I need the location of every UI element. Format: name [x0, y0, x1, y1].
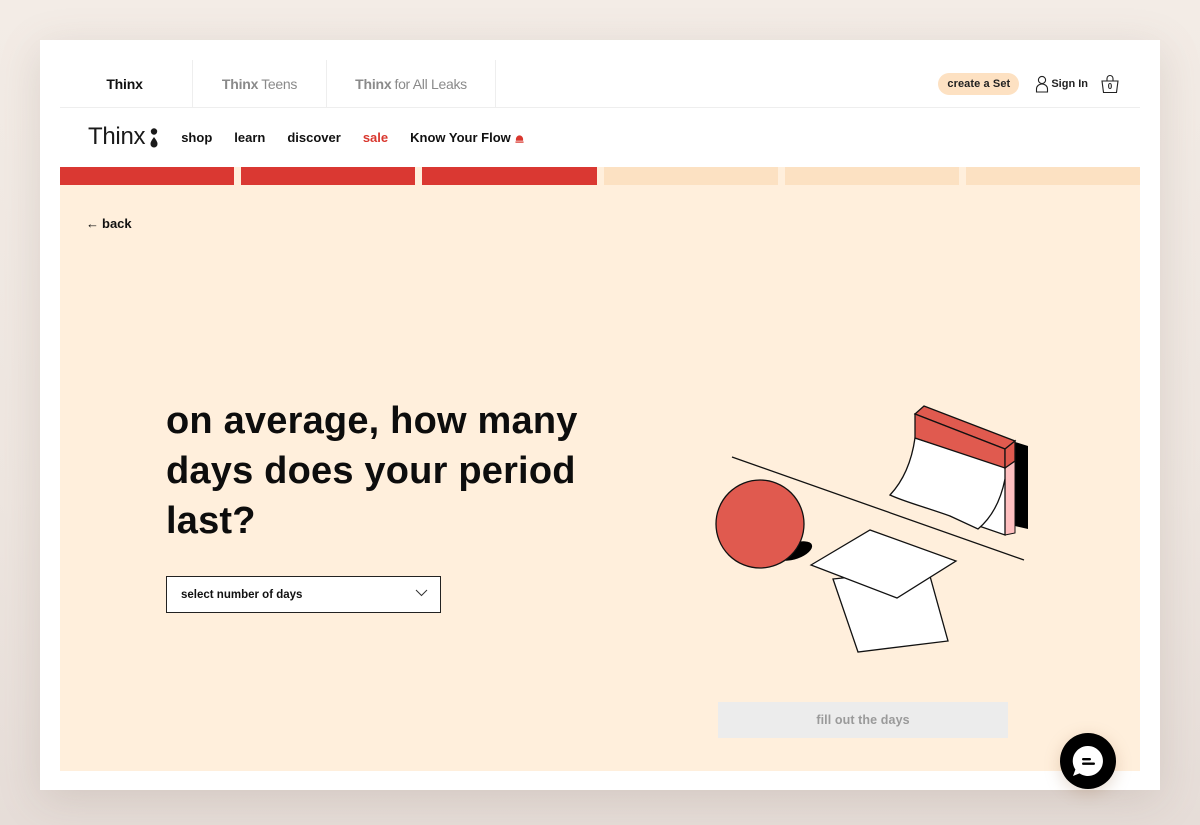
- illustration-paper-front: [809, 529, 958, 599]
- quiz-question: on average, how many days does your peri…: [166, 400, 578, 542]
- thinx-logo[interactable]: Thinx: [88, 123, 159, 151]
- arrow-left-icon: ←: [86, 216, 99, 231]
- progress-segment-pending: [603, 167, 778, 185]
- header-tools: create a Set Sign In 0: [938, 72, 1120, 96]
- sign-in-label: Sign In: [1051, 78, 1088, 90]
- nav-know-your-flow[interactable]: Know Your Flow: [410, 130, 524, 145]
- brand-switcher-bar: Thinx Thinx Teens Thinx for All Leaks crea…: [60, 60, 1140, 108]
- user-icon: [1036, 75, 1049, 93]
- browser-page: Thinx Thinx Teens Thinx for All Leaks crea…: [40, 40, 1160, 790]
- progress-segment-complete: [422, 167, 597, 185]
- chevron-down-icon: [415, 589, 428, 597]
- days-select[interactable]: select number of days: [166, 576, 441, 613]
- main-nav: Thinx shop learn discover sale Know Your…: [60, 108, 1140, 166]
- progress-segment-complete: [60, 167, 235, 185]
- calendar-ball-papers-illustration: [715, 405, 1028, 653]
- nav-sale[interactable]: sale: [363, 130, 388, 145]
- logo-text: Thinx: [88, 123, 146, 150]
- red-drop-icon: [515, 134, 524, 143]
- cart-count: 0: [1107, 82, 1113, 91]
- brand-tab-label-light: Teens: [261, 76, 298, 92]
- fill-out-days-button[interactable]: fill out the days: [718, 702, 1008, 738]
- brand-tab-label-bold: Thinx: [355, 76, 392, 92]
- back-label: back: [102, 216, 132, 231]
- illustration-calendar-pink-edge: [1004, 460, 1016, 536]
- days-select-placeholder: select number of days: [181, 588, 303, 601]
- progress-segment-complete: [241, 167, 416, 185]
- brand-tab-label-bold: Thinx: [221, 76, 259, 92]
- brand-tab-thinx-for-all-leaks[interactable]: Thinx for All Leaks: [327, 60, 496, 108]
- brand-tab-label: Thinx: [106, 76, 143, 92]
- nav-shop[interactable]: shop: [181, 130, 212, 145]
- brand-tab-thinx[interactable]: Thinx: [60, 60, 193, 108]
- nav-discover[interactable]: discover: [287, 130, 340, 145]
- sign-in-link[interactable]: Sign In: [1035, 75, 1088, 93]
- illustration-ball: [715, 479, 805, 569]
- brand-tab-thinx-teens[interactable]: Thinx Teens: [193, 60, 327, 108]
- quiz-panel: ← back on average, how many days does yo…: [60, 167, 1141, 789]
- chat-button[interactable]: [1060, 733, 1116, 789]
- illustration-calendar-side: [1015, 442, 1028, 529]
- brand-tab-label-light: for All Leaks: [394, 76, 467, 92]
- nav-know-your-flow-label: Know Your Flow: [410, 129, 511, 145]
- create-a-set-button[interactable]: create a Set: [938, 73, 1020, 95]
- quiz-progress-bar: [60, 167, 1141, 185]
- nav-learn[interactable]: learn: [234, 130, 265, 145]
- drop-colon-icon: [150, 128, 158, 148]
- progress-segment-pending: [965, 167, 1141, 185]
- cart-button[interactable]: 0: [1100, 74, 1120, 94]
- back-button[interactable]: ← back: [86, 216, 132, 231]
- progress-segment-pending: [784, 167, 959, 185]
- chat-bubble-icon: [1072, 745, 1103, 776]
